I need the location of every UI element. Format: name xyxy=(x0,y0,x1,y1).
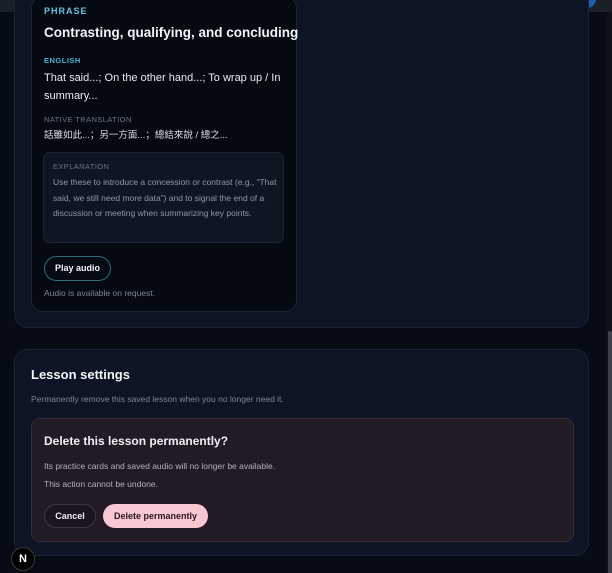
lesson-settings-title: Lesson settings xyxy=(31,367,130,382)
phrase-title: Contrasting, qualifying, and concluding xyxy=(44,25,299,40)
native-translation-label: NATIVE TRANSLATION xyxy=(44,115,132,124)
delete-permanently-button[interactable]: Delete permanently xyxy=(103,504,208,528)
play-audio-button[interactable]: Play audio xyxy=(44,256,111,281)
explanation-box: EXPLANATION Use these to introduce a con… xyxy=(43,152,284,243)
scrollbar[interactable] xyxy=(607,12,612,573)
audio-note: Audio is available on request. xyxy=(44,288,156,298)
explanation-text: Use these to introduce a concession or c… xyxy=(53,177,277,218)
delete-confirmation-title: Delete this lesson permanently? xyxy=(44,434,229,448)
nextjs-dev-badge[interactable]: N xyxy=(11,547,35,571)
lesson-settings-subtitle: Permanently remove this saved lesson whe… xyxy=(31,394,284,404)
delete-warning-text: Its practice cards and saved audio will … xyxy=(44,461,276,471)
page: ●● PHRASE Contrasting, qualifying, and c… xyxy=(0,0,612,573)
english-label: ENGLISH xyxy=(44,56,81,65)
delete-undo-warning: This action cannot be undone. xyxy=(44,479,158,489)
scrollbar-thumb[interactable] xyxy=(608,331,612,573)
cancel-button[interactable]: Cancel xyxy=(44,504,96,528)
native-translation-text: 話雖如此...；另一方面...；總結來說 / 總之... xyxy=(44,130,228,141)
phrase-eyebrow: PHRASE xyxy=(44,6,88,16)
explanation-label: EXPLANATION xyxy=(53,162,110,171)
english-text: That said...; On the other hand...; To w… xyxy=(44,72,281,102)
